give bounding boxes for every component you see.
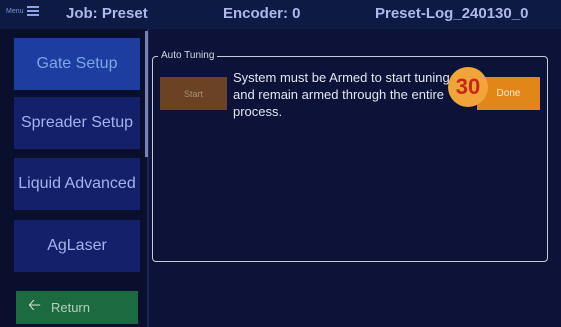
countdown-badge: 30 [448,67,488,107]
sidebar-item-label: Gate Setup [36,55,118,72]
sidebar-item-liquid-advanced[interactable]: Liquid Advanced [14,158,140,210]
menu-button[interactable]: Menu [6,6,39,16]
panel-legend: Auto Tuning [158,50,218,61]
return-label: Return [50,300,90,315]
sidebar-item-spreader-setup[interactable]: Spreader Setup [14,97,140,149]
top-bar: Menu Job: Preset Encoder: 0 Preset-Log_2… [0,0,561,29]
start-label: Start [183,88,203,99]
job-title: Job: Preset [66,5,148,22]
start-button[interactable]: Start [160,77,227,110]
menu-label: Menu [6,7,24,15]
hamburger-icon [26,6,39,16]
encoder-readout: Encoder: 0 [223,5,301,22]
sidebar-item-gate-setup[interactable]: Gate Setup [14,38,140,90]
sidebar-scrollbar[interactable] [145,31,148,157]
sidebar-item-label: AgLaser [47,237,107,254]
return-button[interactable]: 🡠 Return [16,291,138,324]
sidebar-item-aglaser[interactable]: AgLaser [14,220,140,272]
sidebar-item-label: Spreader Setup [20,114,134,131]
status-message: System must be Armed to start tuning and… [233,70,450,119]
done-label: Done [496,88,521,99]
arrow-left-icon: 🡠 [28,297,41,314]
sidebar-item-label: Liquid Advanced [18,175,136,192]
log-name: Preset-Log_240130_0 [375,5,529,22]
